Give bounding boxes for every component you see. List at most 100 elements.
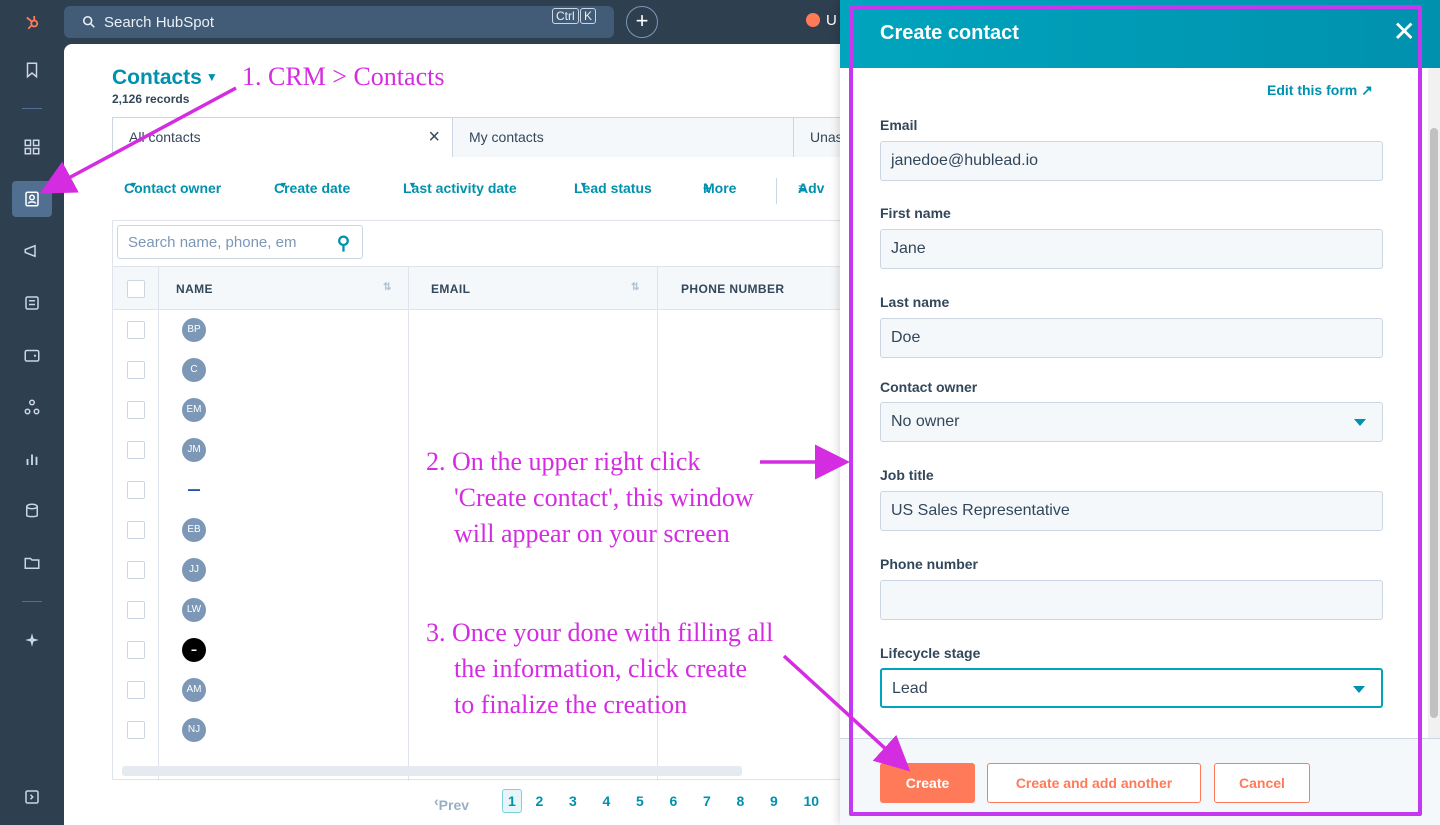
upgrade-label: U	[826, 12, 837, 29]
column-header-email[interactable]: EMAIL	[431, 282, 470, 296]
page-title: Contacts	[112, 66, 202, 89]
edit-form-link[interactable]: Edit this form ↗	[1267, 82, 1373, 99]
page-title-dropdown[interactable]: Contacts ▼	[112, 66, 218, 90]
panel-title: Create contact	[880, 22, 1019, 44]
tab-label: Unas	[810, 129, 843, 145]
page-number-button[interactable]: 2	[536, 793, 544, 809]
page-number-button[interactable]: 10	[804, 793, 820, 809]
row-checkbox[interactable]	[127, 321, 145, 339]
close-tab-icon[interactable]: ×	[428, 118, 440, 157]
row-checkbox[interactable]	[127, 641, 145, 659]
cancel-button[interactable]: Cancel	[1214, 763, 1310, 803]
row-checkbox[interactable]	[127, 481, 145, 499]
avatar: ▬	[182, 638, 206, 662]
page-number-button[interactable]: 6	[670, 793, 678, 809]
tab-label: My contacts	[469, 129, 544, 145]
page-number-button[interactable]: 3	[569, 793, 577, 809]
close-icon[interactable]: ✕	[1393, 18, 1416, 46]
panel-header: Create contact ✕	[840, 0, 1440, 68]
horizontal-scrollbar[interactable]	[122, 766, 742, 776]
panel-scrollbar[interactable]	[1428, 68, 1440, 738]
tab-all-contacts[interactable]: All contacts ×	[112, 118, 453, 157]
page-number-button[interactable]: 9	[770, 793, 778, 809]
filter-divider	[776, 178, 777, 204]
upgrade-link[interactable]: U	[806, 12, 837, 29]
table-row[interactable]: JJ	[113, 550, 841, 590]
caret-down-icon: ▼	[279, 180, 288, 190]
page-number-button[interactable]: 5	[636, 793, 644, 809]
avatar: C	[182, 358, 206, 382]
table-row[interactable]: BP	[113, 310, 841, 350]
expand-rail-icon[interactable]	[12, 779, 52, 815]
create-contact-panel: Create contact ✕ Edit this form ↗ Email …	[840, 0, 1440, 825]
row-checkbox[interactable]	[127, 361, 145, 379]
avatar: NJ	[182, 718, 206, 742]
prev-page-button[interactable]: ‹ Prev	[434, 793, 469, 813]
column-header-name[interactable]: NAME	[176, 282, 213, 296]
last-name-field[interactable]: Doe	[880, 318, 1383, 358]
table-row[interactable]: EM	[113, 390, 841, 430]
content-icon[interactable]	[12, 285, 52, 321]
quick-create-button[interactable]: +	[626, 6, 658, 38]
email-label: Email	[880, 117, 918, 133]
page-number-button[interactable]: 7	[703, 793, 711, 809]
tab-label: All contacts	[129, 129, 201, 145]
dropdown-arrow-icon	[1353, 686, 1365, 693]
table-search-placeholder: Search name, phone, em	[128, 234, 297, 251]
filter-label: More	[703, 180, 737, 196]
row-checkbox[interactable]	[127, 401, 145, 419]
commerce-wallet-icon[interactable]	[12, 337, 52, 373]
column-header-phone[interactable]: PHONE NUMBER	[681, 282, 784, 296]
ai-sparkle-icon[interactable]	[12, 622, 52, 658]
contact-owner-value: No owner	[891, 413, 960, 430]
first-name-field[interactable]: Jane	[880, 229, 1383, 269]
table-search-input[interactable]: Search name, phone, em ⚲	[117, 225, 363, 259]
annotation-line: the information, click create	[454, 654, 748, 683]
filter-label: Contact owner	[124, 180, 222, 196]
rail-divider-2	[22, 601, 42, 602]
row-checkbox[interactable]	[127, 561, 145, 579]
search-icon	[82, 15, 95, 28]
select-all-checkbox[interactable]	[127, 280, 145, 298]
page-number-button[interactable]: 8	[737, 793, 745, 809]
annotation-step-1: 1. CRM > Contacts	[242, 62, 445, 91]
table-row[interactable]: C	[113, 350, 841, 390]
library-folder-icon[interactable]	[12, 545, 52, 581]
row-checkbox[interactable]	[127, 441, 145, 459]
sort-icon[interactable]: ⇅	[631, 282, 640, 293]
row-checkbox[interactable]	[127, 681, 145, 699]
automation-network-icon[interactable]	[12, 389, 52, 425]
hubspot-logo-icon[interactable]	[12, 4, 52, 40]
tab-my-contacts[interactable]: My contacts	[453, 118, 794, 157]
page-number-button[interactable]: 4	[603, 793, 611, 809]
bookmark-icon[interactable]	[12, 52, 52, 88]
phone-label: Phone number	[880, 556, 979, 572]
first-name-value: Jane	[891, 240, 926, 257]
reports-bar-chart-icon[interactable]	[12, 441, 52, 477]
shortcut-ctrl-key: Ctrl	[552, 8, 579, 24]
contact-owner-select[interactable]: No owner	[880, 402, 1383, 442]
workspaces-grid-icon[interactable]	[12, 129, 52, 165]
row-checkbox[interactable]	[127, 521, 145, 539]
job-title-field[interactable]: US Sales Representative	[880, 491, 1383, 531]
scrollbar-thumb[interactable]	[1430, 128, 1438, 718]
create-button[interactable]: Create	[880, 763, 975, 803]
annotation-line: 2. On the upper right click	[426, 447, 701, 476]
email-field[interactable]: janedoe@hublead.io	[880, 141, 1383, 181]
create-and-add-another-button[interactable]: Create and add another	[987, 763, 1201, 803]
lifecycle-select[interactable]: Lead	[880, 668, 1383, 708]
email-value: janedoe@hublead.io	[891, 152, 1039, 169]
crm-contacts-icon[interactable]	[12, 181, 52, 217]
first-name-label: First name	[880, 205, 951, 221]
sort-icon[interactable]: ⇅	[383, 282, 392, 293]
last-name-value: Doe	[891, 329, 921, 346]
view-tabs: All contacts × My contacts Unas	[112, 117, 854, 157]
annotation-step-3: 3. Once your done with filling all the i…	[426, 615, 773, 723]
phone-field[interactable]	[880, 580, 1383, 620]
marketing-megaphone-icon[interactable]	[12, 233, 52, 269]
global-search-input[interactable]: Search HubSpot	[64, 6, 614, 38]
data-database-icon[interactable]	[12, 493, 52, 529]
row-checkbox[interactable]	[127, 721, 145, 739]
page-number-button[interactable]: 1	[502, 789, 522, 813]
row-checkbox[interactable]	[127, 601, 145, 619]
